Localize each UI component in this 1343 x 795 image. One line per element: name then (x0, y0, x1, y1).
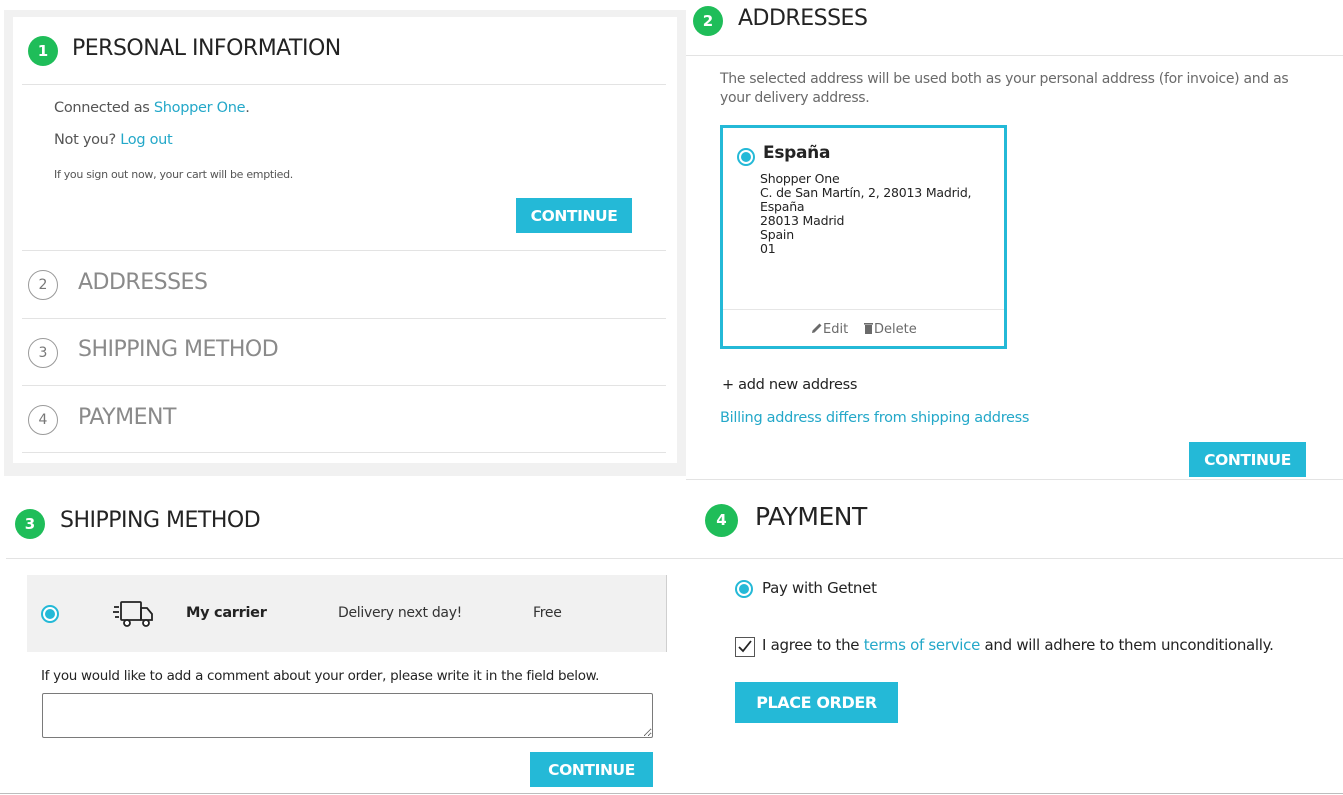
terms-prefix: I agree to the (762, 636, 864, 654)
address-lines: Shopper One C. de San Martín, 2, 28013 M… (760, 171, 972, 256)
step-3-badge: 3 (15, 509, 45, 539)
personal-info-title: PERSONAL INFORMATION (72, 36, 341, 61)
step-divider-2 (22, 318, 666, 319)
step-3-collapsed-badge: 3 (28, 338, 58, 368)
address-card[interactable]: España Shopper One C. de San Martín, 2, … (720, 125, 1007, 349)
carrier-price: Free (533, 605, 562, 621)
addresses-intro-line1: The selected address will be used both a… (720, 71, 1289, 87)
payment-title: PAYMENT (755, 502, 867, 531)
step-divider-4 (22, 452, 666, 453)
order-comment-label: If you would like to add a comment about… (41, 668, 600, 684)
not-you-label: Not you? (54, 132, 121, 148)
checkmark-icon (738, 640, 752, 653)
terms-checkbox[interactable] (735, 637, 755, 657)
step-3-collapsed-title[interactable]: SHIPPING METHOD (78, 337, 279, 362)
payment-option-label[interactable]: Pay with Getnet (762, 579, 877, 597)
personal-continue-button[interactable]: CONTINUE (516, 198, 632, 233)
shipping-title: SHIPPING METHOD (60, 508, 261, 533)
pencil-icon (812, 323, 822, 333)
carrier-name: My carrier (186, 605, 267, 621)
shipping-bottom-divider (0, 793, 1343, 794)
shipping-divider (6, 558, 686, 559)
not-you-text: Not you? Log out (54, 132, 173, 148)
step-4-collapsed-title[interactable]: PAYMENT (78, 405, 176, 430)
address-alias: España (763, 143, 831, 163)
connected-suffix: . (245, 100, 250, 116)
trash-icon (864, 323, 873, 334)
logout-link[interactable]: Log out (120, 132, 172, 148)
step-2-badge: 2 (693, 6, 723, 36)
address-radio[interactable] (737, 148, 755, 166)
addresses-continue-button[interactable]: CONTINUE (1189, 442, 1306, 477)
signout-note: If you sign out now, your cart will be e… (54, 168, 294, 181)
place-order-button[interactable]: PLACE ORDER (735, 682, 898, 723)
personal-info-divider (22, 84, 666, 85)
order-comment-textarea[interactable] (42, 693, 653, 738)
step-4-collapsed-badge: 4 (28, 405, 58, 435)
address-line: C. de San Martín, 2, 28013 Madrid, (760, 185, 972, 200)
terms-suffix: and will adhere to them unconditionally. (980, 636, 1274, 654)
step-2-collapsed-badge: 2 (28, 270, 58, 300)
step-2-collapsed-title[interactable]: ADDRESSES (78, 270, 208, 295)
addresses-bottom-divider (686, 479, 1343, 480)
step-divider-1 (22, 250, 666, 251)
connected-prefix: Connected as (54, 100, 154, 116)
connected-as-text: Connected as Shopper One. (54, 100, 250, 116)
payment-option-radio[interactable] (735, 580, 753, 598)
address-line: 28013 Madrid (760, 213, 845, 228)
payment-divider (686, 558, 1343, 559)
address-delete-label: Delete (874, 322, 917, 337)
address-delete-link[interactable]: Delete (863, 322, 917, 337)
billing-differs-link[interactable]: Billing address differs from shipping ad… (720, 410, 1029, 426)
add-new-address-link[interactable]: + add new address (722, 377, 857, 393)
address-line: Shopper One (760, 171, 840, 186)
carrier-row[interactable]: My carrier Delivery next day! Free (27, 575, 667, 652)
address-card-divider (723, 309, 1004, 310)
carrier-radio[interactable] (41, 605, 59, 623)
carrier-delay: Delivery next day! (338, 605, 462, 621)
step-4-badge: 4 (705, 504, 738, 537)
address-edit-link[interactable]: Edit (811, 322, 848, 337)
addresses-title: ADDRESSES (738, 6, 868, 31)
terms-of-service-link[interactable]: terms of service (864, 636, 981, 654)
delivery-truck-icon (113, 601, 153, 627)
shipping-continue-button[interactable]: CONTINUE (530, 752, 653, 787)
step-1-badge: 1 (28, 36, 58, 66)
connected-user-link[interactable]: Shopper One (154, 100, 246, 116)
address-edit-label: Edit (823, 322, 849, 337)
addresses-divider (686, 55, 1343, 56)
address-line: Spain (760, 227, 794, 242)
step-divider-3 (22, 385, 666, 386)
address-line: España (760, 199, 805, 214)
terms-agreement-text: I agree to the terms of service and will… (762, 636, 1274, 654)
addresses-intro-line2: your delivery address. (720, 90, 870, 106)
address-line: 01 (760, 241, 776, 256)
